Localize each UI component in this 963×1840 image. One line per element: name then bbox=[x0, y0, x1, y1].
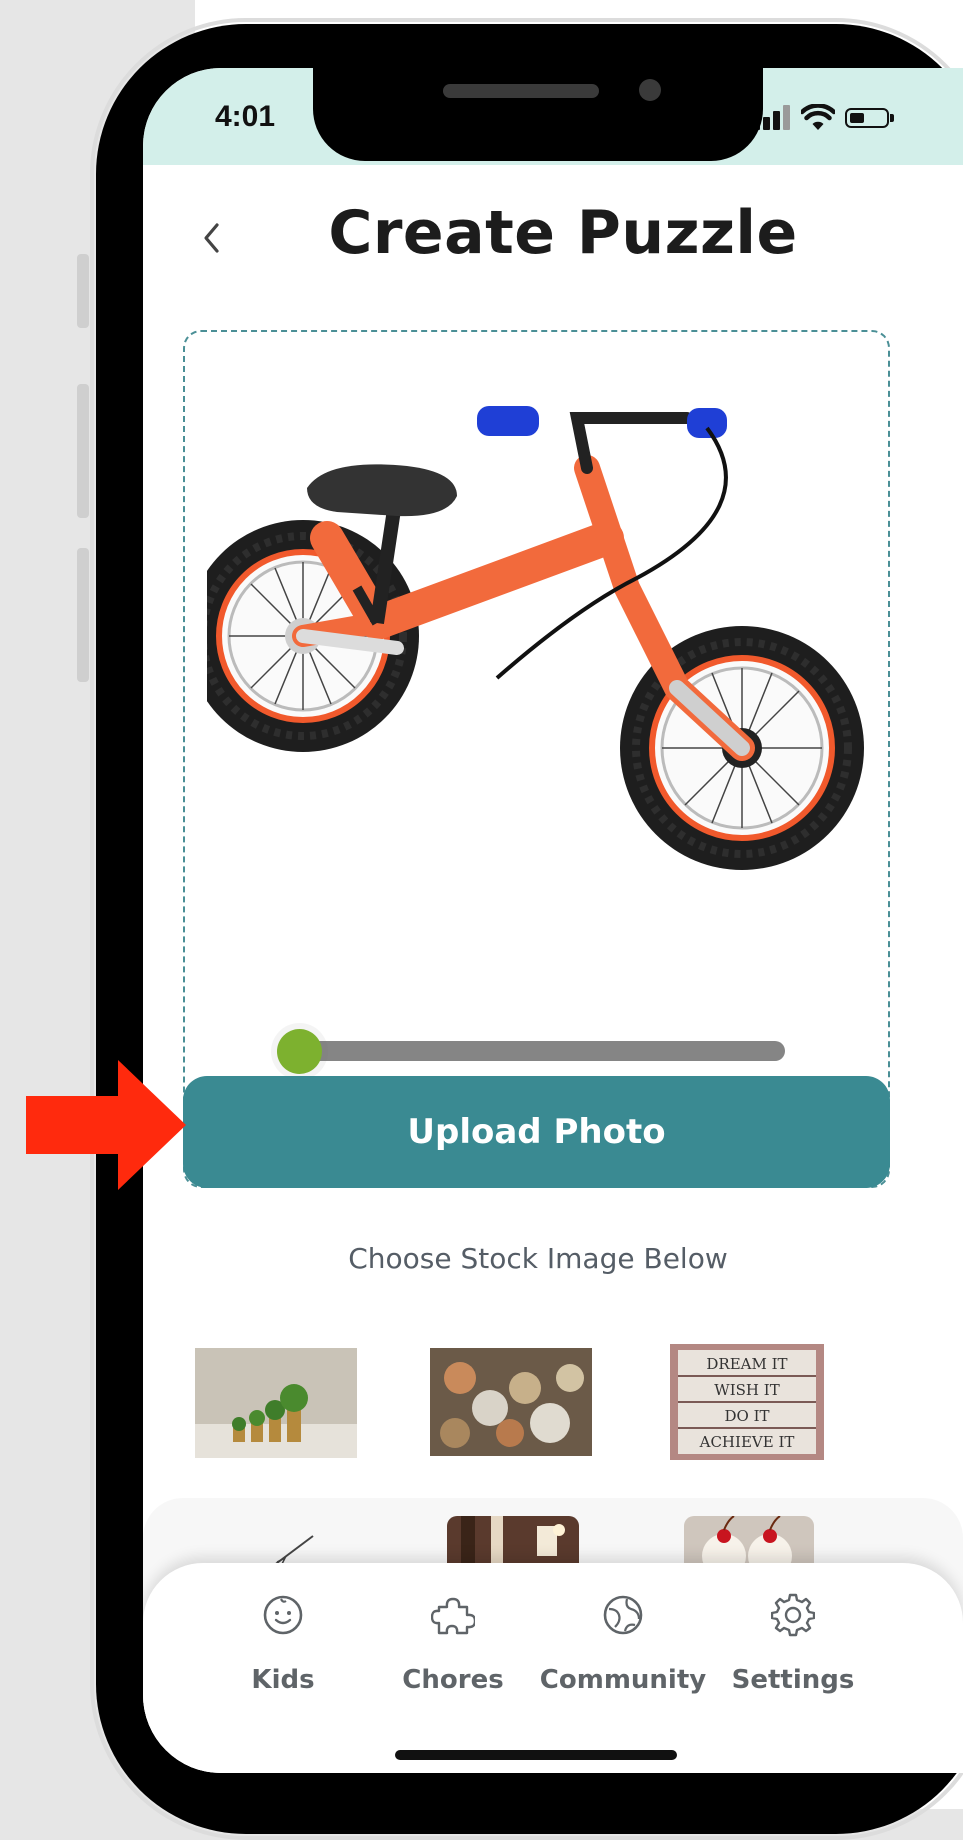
stock-image-coins[interactable] bbox=[430, 1348, 592, 1456]
nav-label-chores: Chores bbox=[402, 1665, 504, 1695]
zoom-slider[interactable] bbox=[265, 1026, 805, 1074]
nav-label-kids: Kids bbox=[251, 1665, 315, 1695]
speaker bbox=[443, 84, 599, 98]
volume-down-button bbox=[77, 548, 89, 682]
stock-image-coins-plants-art bbox=[195, 1348, 357, 1458]
home-indicator bbox=[395, 1750, 677, 1760]
board-line-4: ACHIEVE IT bbox=[699, 1433, 795, 1451]
slider-thumb[interactable] bbox=[277, 1029, 322, 1074]
stock-image-dream-board[interactable]: DREAM IT WISH IT DO IT ACHIEVE IT bbox=[670, 1344, 824, 1460]
wifi-icon bbox=[801, 104, 835, 130]
stock-image-coins-plants[interactable] bbox=[195, 1348, 357, 1458]
volume-up-button bbox=[77, 384, 89, 518]
nav-label-community: Community bbox=[539, 1665, 707, 1695]
page-title: Create Puzzle bbox=[328, 198, 798, 268]
status-time: 4:01 bbox=[215, 100, 276, 133]
stock-image-coins-art bbox=[430, 1348, 592, 1456]
nav-item-settings[interactable]: Settings bbox=[708, 1593, 878, 1713]
notch bbox=[313, 68, 763, 161]
status-icons bbox=[753, 104, 903, 134]
globe-icon bbox=[603, 1595, 643, 1635]
battery-icon bbox=[845, 108, 889, 128]
nav-item-chores[interactable]: Chores bbox=[368, 1593, 538, 1713]
seat bbox=[307, 464, 457, 517]
stock-image-cafe-art bbox=[447, 1516, 579, 1568]
puzzle-piece-icon bbox=[431, 1597, 475, 1635]
board-line-3: DO IT bbox=[724, 1407, 769, 1425]
stock-image-dream-board-art: DREAM IT WISH IT DO IT ACHIEVE IT bbox=[670, 1344, 824, 1460]
front-camera bbox=[639, 79, 661, 101]
arrow-icon bbox=[26, 1060, 186, 1190]
battery-tip bbox=[890, 114, 894, 122]
smiley-icon bbox=[263, 1595, 303, 1635]
chevron-left-icon bbox=[204, 223, 219, 253]
stock-image-cafe[interactable] bbox=[447, 1516, 579, 1568]
board-line-1: DREAM IT bbox=[706, 1355, 787, 1373]
preview-image-bike bbox=[207, 406, 864, 870]
upload-photo-button[interactable]: Upload Photo bbox=[183, 1076, 890, 1188]
stock-image-cupcakes-art bbox=[684, 1516, 814, 1568]
back-button[interactable] bbox=[193, 218, 229, 258]
slider-track bbox=[295, 1041, 785, 1061]
gear-icon bbox=[771, 1593, 815, 1637]
bottom-nav: Kids Chores Community Settings bbox=[143, 1563, 963, 1773]
stock-image-cupcakes[interactable] bbox=[684, 1516, 814, 1568]
nav-label-settings: Settings bbox=[731, 1665, 855, 1695]
stock-heading: Choose Stock Image Below bbox=[348, 1242, 728, 1275]
nav-item-kids[interactable]: Kids bbox=[198, 1593, 368, 1713]
board-line-2: WISH IT bbox=[714, 1381, 779, 1399]
phone-screen: 4:01 Create Puzzle Upload Photo Choose S… bbox=[143, 68, 963, 1773]
mute-switch bbox=[77, 254, 89, 328]
nav-item-community[interactable]: Community bbox=[538, 1593, 708, 1713]
